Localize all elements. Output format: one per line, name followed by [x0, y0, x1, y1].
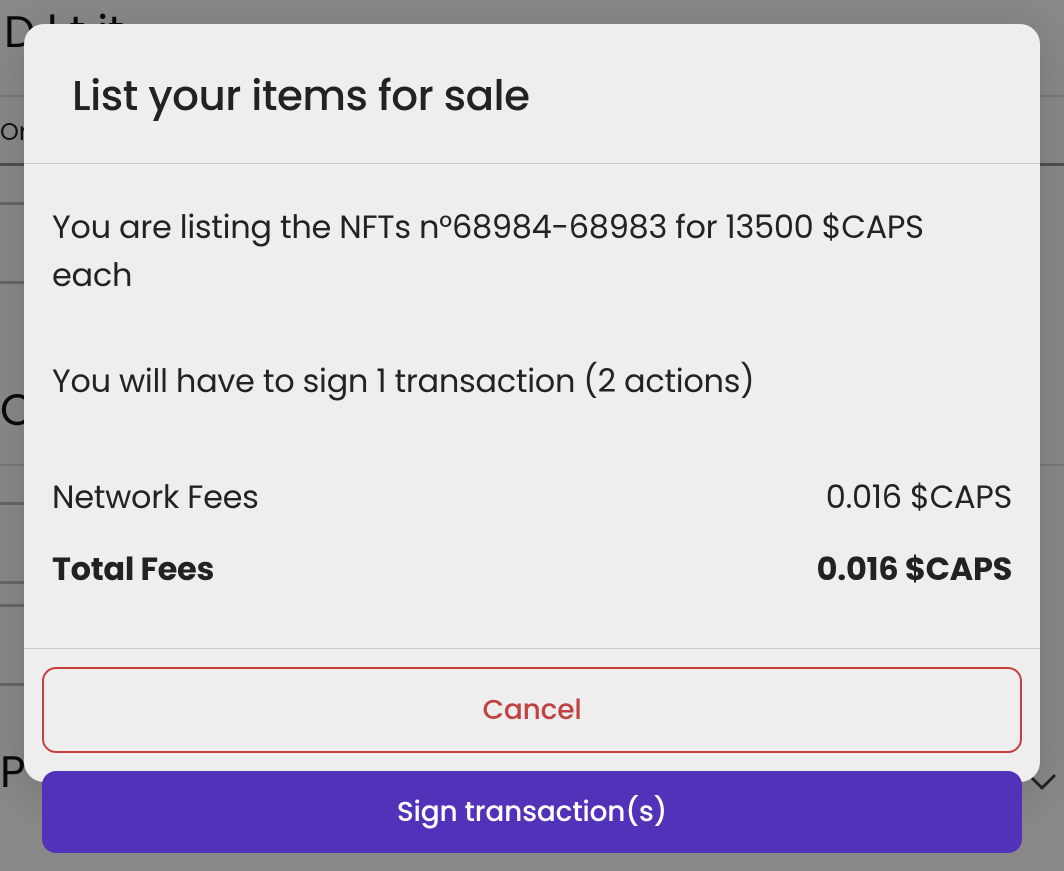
transaction-summary-text: You will have to sign 1 transaction (2 a… — [52, 358, 1012, 406]
modal-header: List your items for sale — [24, 24, 1040, 164]
network-fees-label: Network Fees — [52, 474, 259, 522]
total-fees-value: 0.016 $CAPS — [817, 546, 1012, 594]
list-items-modal: List your items for sale You are listing… — [24, 24, 1040, 782]
network-fees-value: 0.016 $CAPS — [826, 474, 1012, 522]
modal-body: You are listing the NFTs n°68984-68983 f… — [24, 164, 1040, 648]
total-fees-row: Total Fees 0.016 $CAPS — [52, 546, 1012, 594]
sign-transactions-button[interactable]: Sign transaction(s) — [42, 771, 1022, 853]
total-fees-label: Total Fees — [52, 546, 214, 594]
modal-footer: Cancel Sign transaction(s) — [24, 648, 1040, 871]
network-fees-row: Network Fees 0.016 $CAPS — [52, 474, 1012, 522]
modal-title: List your items for sale — [72, 64, 992, 127]
cancel-button[interactable]: Cancel — [42, 667, 1022, 753]
listing-summary-text: You are listing the NFTs n°68984-68983 f… — [52, 204, 1012, 300]
